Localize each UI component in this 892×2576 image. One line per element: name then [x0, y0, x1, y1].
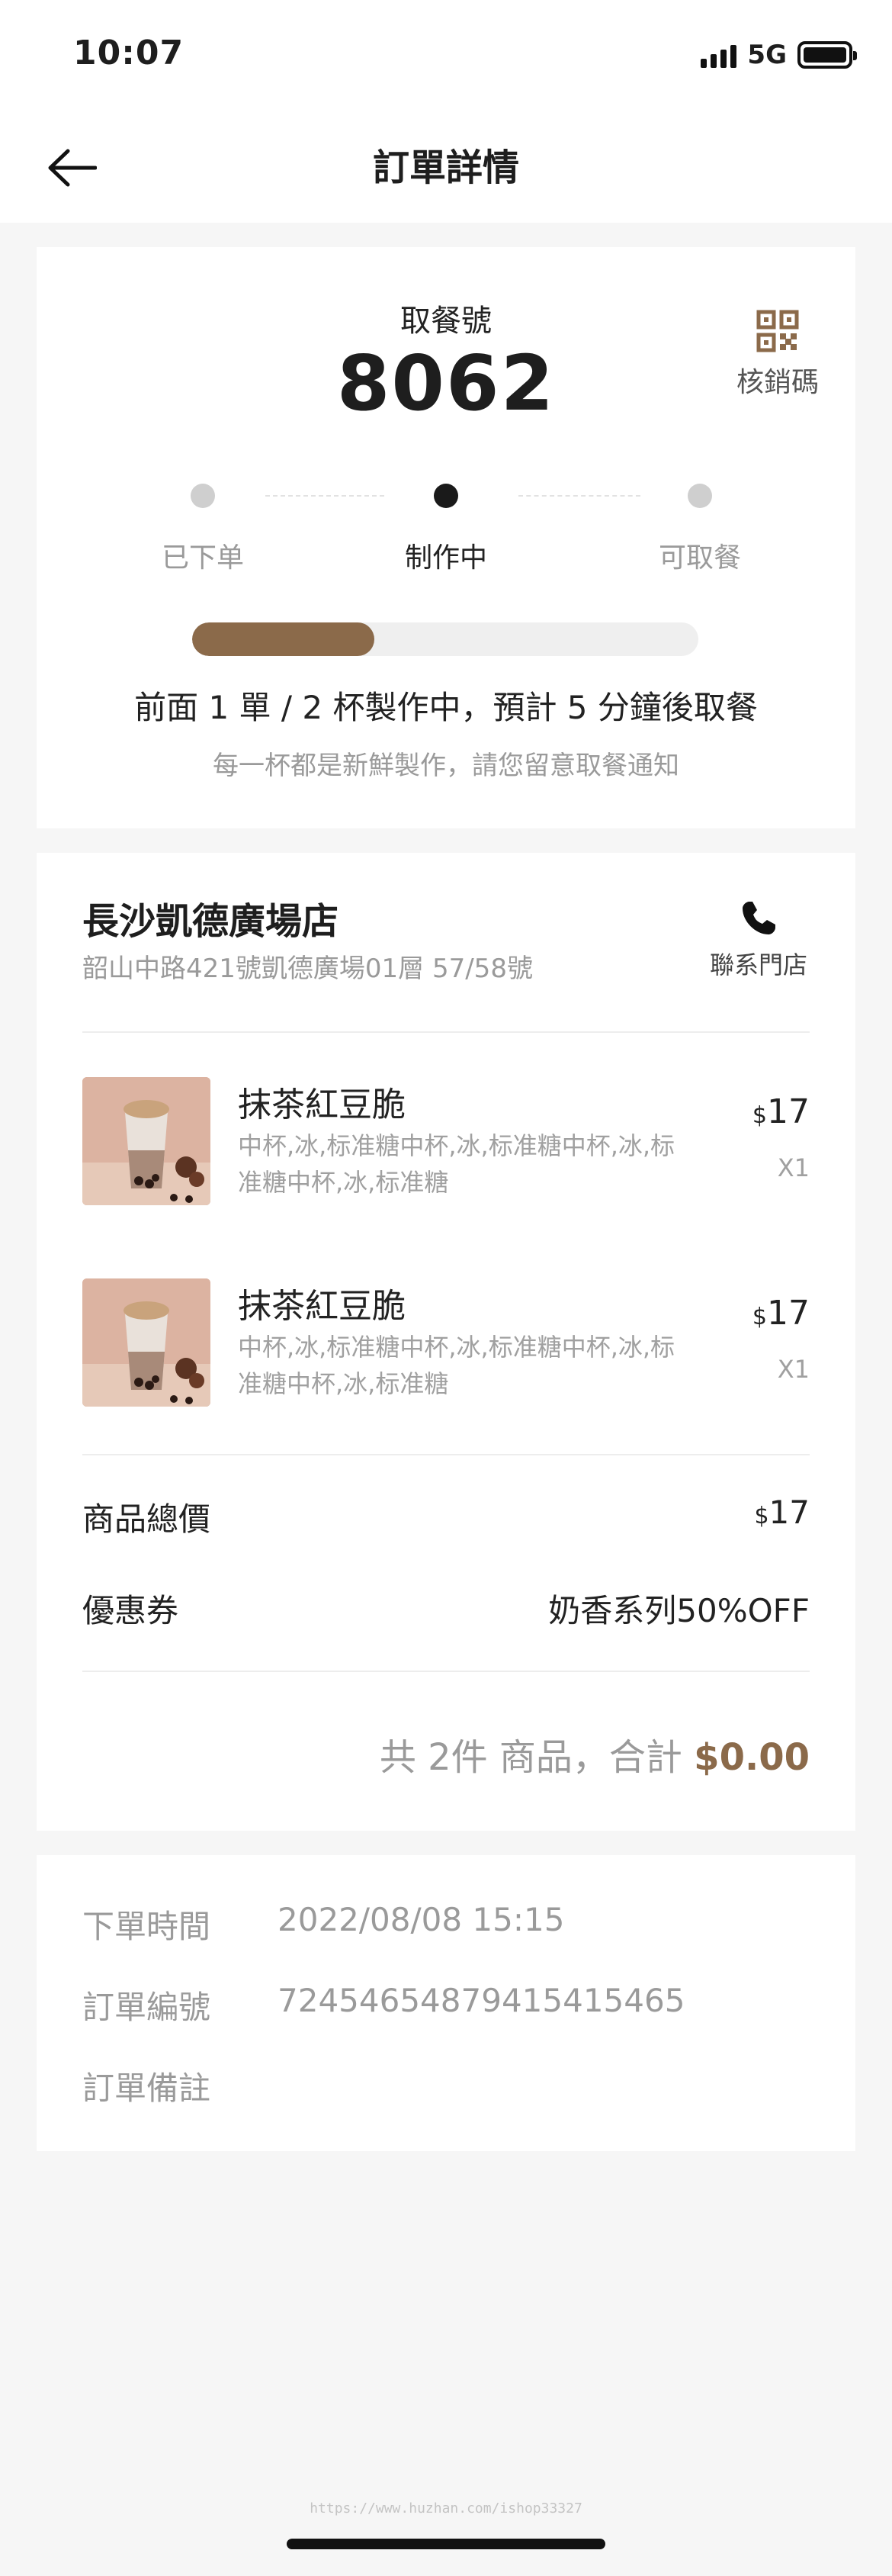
status-time: 10:07	[73, 34, 184, 72]
drink-image	[82, 1278, 210, 1407]
list-item[interactable]: 抹茶紅豆脆 中杯,冰,标准糖中杯,冰,标准糖中杯,冰,标准糖中杯,冰,标准糖 $…	[82, 1278, 810, 1408]
order-time-row: 下單時間 2022/08/08 15:15	[82, 1901, 810, 1947]
item-quantity: X1	[777, 1355, 810, 1384]
battery-icon	[797, 41, 857, 69]
step-label-ordered: 已下单	[161, 542, 244, 574]
divider	[82, 1031, 810, 1033]
divider	[82, 1671, 810, 1672]
progress-bar	[192, 622, 698, 656]
contact-store-button[interactable]: 聯系門店	[701, 899, 816, 981]
order-total: 共 2件 商品，合計 $0.00	[380, 1727, 810, 1780]
phone-icon	[743, 902, 775, 934]
item-name: 抹茶紅豆脆	[238, 1085, 406, 1124]
step-dot-ordered	[191, 484, 215, 508]
order-number-row: 訂單編號 72454654879415415465	[82, 1982, 810, 2028]
drink-thumbnail	[82, 1077, 210, 1205]
status-bar: 10:07 5G	[0, 0, 892, 114]
item-price-value: 17	[767, 1092, 810, 1131]
store-address: 韶山中路421號凱德廣場01層 57/58號	[82, 954, 533, 984]
step-connector	[518, 495, 640, 497]
step-dot-preparing	[434, 484, 458, 508]
coupon-value: 奶香系列50%OFF	[548, 1592, 810, 1629]
home-indicator[interactable]	[287, 2539, 605, 2549]
verify-code-button[interactable]: 核銷碼	[732, 310, 823, 400]
item-price-value: 17	[767, 1294, 810, 1333]
pickup-card: 取餐號 8062 核銷碼 已下单 制作中 可取餐 前面 1 單 / 2 杯製作中…	[37, 247, 855, 828]
step-label-preparing: 制作中	[404, 542, 487, 574]
item-quantity: X1	[777, 1153, 810, 1182]
goods-total-label: 商品總價	[82, 1500, 211, 1538]
verify-code-label: 核銷碼	[736, 367, 819, 398]
page-title: 訂單詳情	[372, 146, 519, 189]
nav-bar: 訂單詳情	[0, 114, 892, 223]
order-card: 長沙凱德廣場店 韶山中路421號凱德廣場01層 57/58號 聯系門店 抹茶紅豆…	[37, 853, 855, 1831]
item-options: 中杯,冰,标准糖中杯,冰,标准糖中杯,冰,标准糖中杯,冰,标准糖	[238, 1333, 675, 1398]
list-item[interactable]: 抹茶紅豆脆 中杯,冰,标准糖中杯,冰,标准糖中杯,冰,标准糖中杯,冰,标准糖 $…	[82, 1077, 810, 1207]
queue-note: 每一杯都是新鮮製作，請您留意取餐通知	[213, 751, 679, 781]
qr-code-icon	[756, 310, 799, 352]
item-options: 中杯,冰,标准糖中杯,冰,标准糖中杯,冰,标准糖中杯,冰,标准糖	[238, 1131, 675, 1197]
contact-store-label: 聯系門店	[709, 950, 807, 979]
drink-thumbnail	[82, 1278, 210, 1407]
item-name: 抹茶紅豆脆	[238, 1287, 406, 1326]
divider	[82, 1454, 810, 1455]
order-number-label: 訂單編號	[82, 1989, 211, 2026]
order-time-label: 下單時間	[82, 1908, 211, 1945]
watermark-url: https://www.huzhan.com/ishop33327	[310, 2500, 582, 2517]
order-number-value[interactable]: 72454654879415415465	[278, 1982, 685, 2019]
status-icons: 5G	[701, 40, 857, 70]
goods-total-row: 商品總價 $17	[82, 1494, 810, 1539]
item-price: $17	[752, 1092, 810, 1131]
signal-icon	[701, 42, 737, 68]
drink-image	[82, 1077, 210, 1205]
order-note-row: 訂單備註	[82, 2063, 810, 2108]
order-note-label: 訂單備註	[82, 2069, 211, 2107]
order-time-value: 2022/08/08 15:15	[278, 1901, 565, 1938]
step-connector	[265, 495, 384, 497]
progress-fill	[192, 622, 375, 656]
goods-total-value: $17	[754, 1494, 810, 1531]
order-total-label: 共 2件 商品，合計	[379, 1736, 695, 1779]
item-price: $17	[752, 1294, 810, 1333]
goods-total-amount: 17	[768, 1494, 810, 1531]
step-dot-ready	[688, 484, 712, 508]
order-total-amount: $0.00	[694, 1736, 810, 1779]
coupon-label: 優惠券	[82, 1592, 179, 1629]
coupon-row[interactable]: 優惠券 奶香系列50%OFF	[82, 1585, 810, 1631]
network-label: 5G	[747, 40, 787, 70]
currency-symbol: $	[754, 1503, 769, 1529]
store-name: 長沙凱德廣場店	[82, 900, 339, 943]
currency-symbol: $	[752, 1304, 767, 1330]
queue-status: 前面 1 單 / 2 杯製作中，預計 5 分鐘後取餐	[134, 689, 758, 726]
order-info-card: 下單時間 2022/08/08 15:15 訂單編號 7245465487941…	[37, 1855, 855, 2151]
currency-symbol: $	[752, 1102, 767, 1129]
step-label-ready: 可取餐	[658, 542, 741, 574]
